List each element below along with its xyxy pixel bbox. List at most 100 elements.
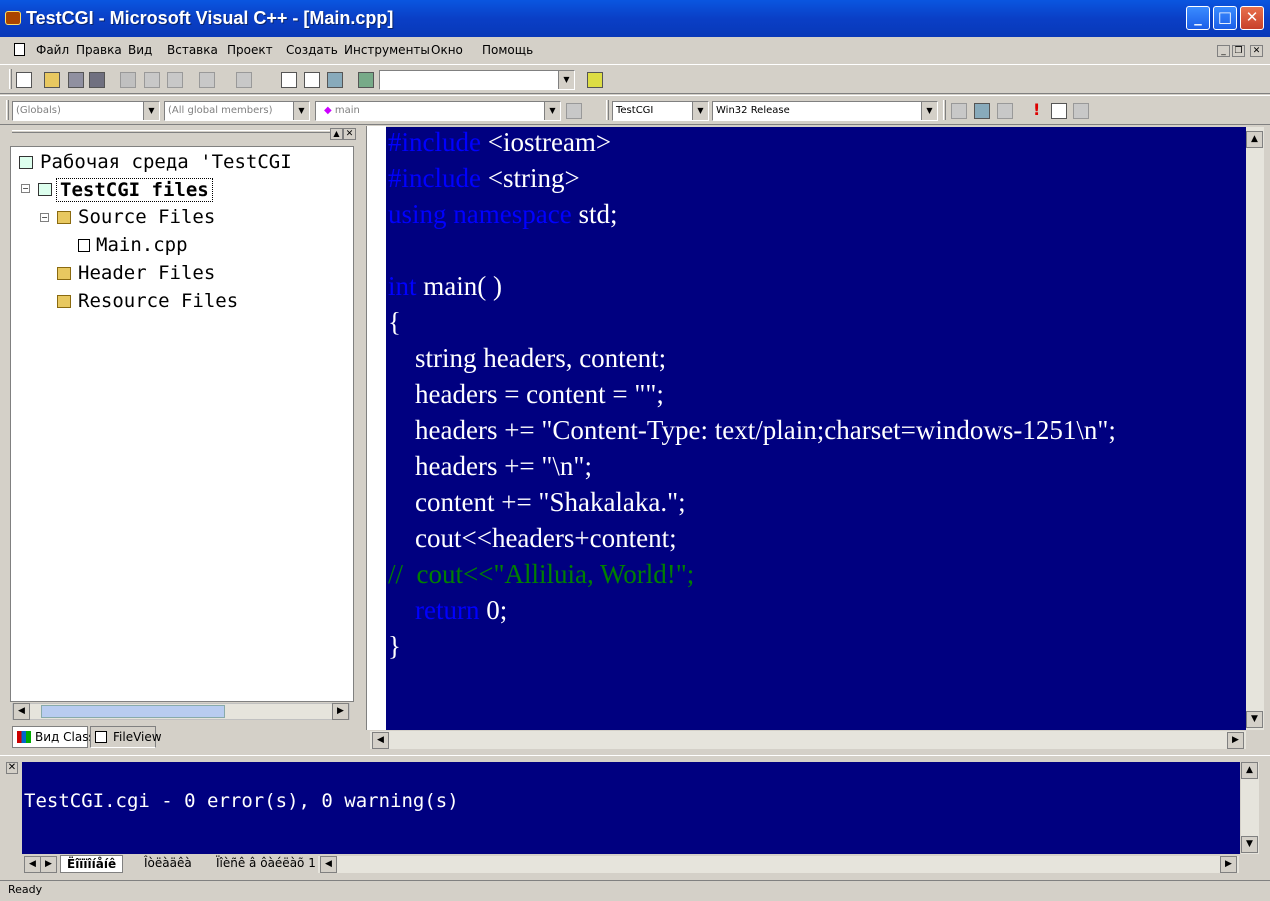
tab-debug[interactable]: Îòëàäêà	[138, 855, 198, 873]
find-in-files-icon[interactable]	[358, 72, 374, 88]
menu-view[interactable]: Вид	[128, 43, 152, 57]
code-line[interactable]: string headers, content;	[388, 343, 666, 374]
app-icon[interactable]	[5, 11, 21, 25]
toolbar-grip[interactable]	[943, 100, 946, 120]
editor-vscrollbar[interactable]: ▲ ▼	[1246, 127, 1264, 730]
save-all-icon[interactable]	[89, 72, 105, 88]
toolbar-grip[interactable]	[6, 100, 9, 120]
function-combo[interactable]: ◆ main ▼	[315, 101, 561, 121]
build-icon[interactable]	[974, 103, 990, 119]
scroll-left-icon[interactable]: ◀	[13, 703, 30, 720]
chevron-down-icon[interactable]: ▼	[544, 102, 560, 120]
workspace-gripper[interactable]	[12, 130, 330, 133]
tree-item-source-files[interactable]: Source Files	[78, 206, 215, 228]
scroll-left-icon[interactable]: ◀	[372, 732, 389, 749]
code-line[interactable]: using namespace std;	[388, 199, 617, 230]
menu-build[interactable]: Создать	[286, 43, 338, 57]
editor-gutter[interactable]	[366, 126, 386, 730]
code-editor[interactable]: #include <iostream> #include <string> usin…	[386, 127, 1246, 730]
menu-project[interactable]: Проект	[227, 43, 273, 57]
code-line[interactable]: headers += "\n";	[388, 451, 592, 482]
code-line[interactable]: }	[388, 631, 401, 662]
wizard-actions-icon[interactable]	[566, 103, 582, 119]
code-line[interactable]: return 0;	[388, 595, 507, 626]
members-combo[interactable]: (All global members) ▼	[164, 101, 310, 121]
menu-tools[interactable]: Инструменты	[344, 43, 430, 57]
save-icon[interactable]	[68, 72, 84, 88]
workspace-toggle-icon[interactable]	[281, 72, 297, 88]
scroll-up-icon[interactable]: ▲	[1246, 131, 1263, 148]
tree-item-project[interactable]: TestCGI files	[56, 178, 213, 202]
mdi-close-button[interactable]: ✕	[1250, 45, 1263, 57]
scroll-thumb[interactable]	[41, 705, 225, 718]
menu-file[interactable]: Файл	[36, 43, 69, 57]
scroll-down-icon[interactable]: ▼	[1246, 711, 1263, 728]
code-line[interactable]: cout<<headers+content;	[388, 523, 677, 554]
minimize-button[interactable]: _	[1186, 6, 1210, 30]
execute-icon[interactable]: !	[1033, 101, 1040, 119]
code-line[interactable]: #include <string>	[388, 163, 580, 194]
scroll-up-icon[interactable]: ▲	[1241, 762, 1258, 779]
undo-icon[interactable]	[199, 72, 215, 88]
code-line[interactable]: {	[388, 307, 401, 338]
mdi-minimize-button[interactable]: _	[1217, 45, 1230, 57]
code-line[interactable]: content += "Shakalaka.";	[388, 487, 686, 518]
find-icon[interactable]	[587, 72, 603, 88]
cut-icon[interactable]	[120, 72, 136, 88]
code-line[interactable]: // cout<<"Alliluia, World!";	[388, 559, 694, 590]
window-list-icon[interactable]	[327, 72, 343, 88]
go-icon[interactable]	[1051, 103, 1067, 119]
compile-icon[interactable]	[951, 103, 967, 119]
tab-build[interactable]: Ëîïïîíåíê	[60, 855, 124, 873]
collapse-icon[interactable]: −	[40, 213, 49, 222]
scroll-right-icon[interactable]: ▶	[332, 703, 349, 720]
workspace-close-button[interactable]: ✕	[343, 128, 356, 140]
chevron-down-icon[interactable]: ▼	[558, 71, 574, 89]
paste-icon[interactable]	[167, 72, 183, 88]
close-button[interactable]: ✕	[1240, 6, 1264, 30]
tab-find-in-files[interactable]: Ïîèñê â ôàéëàõ 1	[210, 855, 322, 873]
scroll-right-icon[interactable]: ▶	[1227, 732, 1244, 749]
tab-scroll-right-icon[interactable]: ▶	[40, 856, 57, 873]
stop-build-icon[interactable]	[997, 103, 1013, 119]
code-line[interactable]: headers += "Content-Type: text/plain;cha…	[388, 415, 1116, 446]
menu-insert[interactable]: Вставка	[167, 43, 218, 57]
code-line[interactable]: #include <iostream>	[388, 127, 611, 158]
maximize-button[interactable]: □	[1213, 6, 1237, 30]
tree-item-workspace[interactable]: Рабочая среда 'TestCGI	[40, 151, 292, 173]
redo-icon[interactable]	[236, 72, 252, 88]
toolbar-grip[interactable]	[9, 69, 12, 89]
tab-fileview[interactable]: FileView	[90, 726, 162, 748]
find-combo[interactable]: ▼	[379, 70, 575, 90]
chevron-down-icon[interactable]: ▼	[921, 102, 937, 120]
output-toggle-icon[interactable]	[304, 72, 320, 88]
menu-help[interactable]: Помощь	[482, 43, 533, 57]
editor-hscrollbar[interactable]: ◀ ▶	[370, 731, 1246, 749]
chevron-down-icon[interactable]: ▼	[293, 102, 309, 120]
tree-item-main-cpp[interactable]: Main.cpp	[96, 234, 188, 256]
chevron-down-icon[interactable]: ▼	[692, 102, 708, 120]
tree-item-header-files[interactable]: Header Files	[78, 262, 215, 284]
output-vscrollbar[interactable]: ▲ ▼	[1241, 762, 1259, 854]
code-line[interactable]: int main( )	[388, 271, 502, 302]
scroll-down-icon[interactable]: ▼	[1241, 836, 1258, 853]
scroll-left-icon[interactable]: ◀	[320, 856, 337, 873]
tab-scroll-left-icon[interactable]: ◀	[24, 856, 41, 873]
copy-icon[interactable]	[144, 72, 160, 88]
breakpoint-hand-icon[interactable]	[1073, 103, 1089, 119]
toolbar-grip[interactable]	[606, 100, 609, 120]
document-icon[interactable]	[14, 43, 25, 56]
mdi-restore-button[interactable]: ❐	[1232, 45, 1245, 57]
tab-classview[interactable]: Вид Class	[12, 726, 95, 748]
code-line[interactable]: headers = content = "";	[388, 379, 664, 410]
scroll-right-icon[interactable]: ▶	[1220, 856, 1237, 873]
scope-combo[interactable]: (Globals) ▼	[12, 101, 160, 121]
collapse-icon[interactable]: −	[21, 184, 30, 193]
tree-item-resource-files[interactable]: Resource Files	[78, 290, 238, 312]
configuration-combo[interactable]: Win32 Release ▼	[712, 101, 938, 121]
menu-edit[interactable]: Правка	[76, 43, 122, 57]
workspace-hscrollbar[interactable]: ◀ ▶	[12, 703, 350, 720]
new-text-file-icon[interactable]	[16, 72, 32, 88]
project-combo[interactable]: TestCGI ▼	[612, 101, 709, 121]
menu-window[interactable]: Окно	[431, 43, 463, 57]
